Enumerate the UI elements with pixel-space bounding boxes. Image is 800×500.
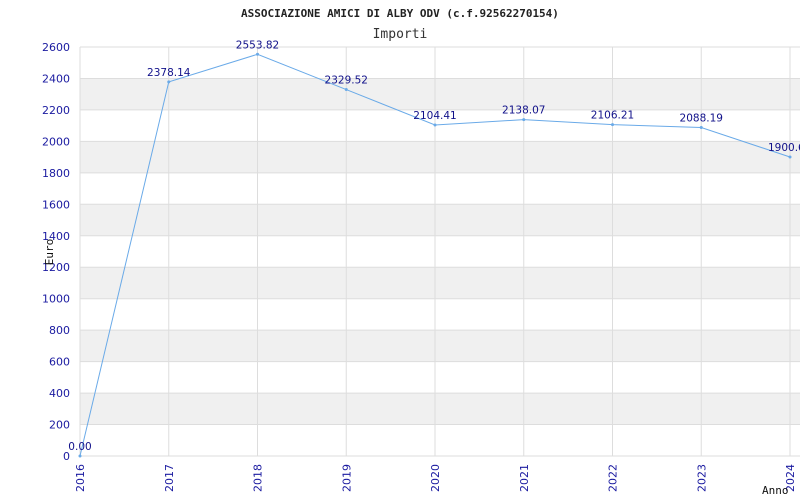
grid-band (80, 330, 800, 362)
data-point (522, 118, 526, 122)
y-tick-label: 1000 (42, 293, 70, 306)
y-tick-label: 400 (49, 387, 70, 400)
x-tick-label: 2020 (429, 464, 442, 492)
y-tick-label: 600 (49, 356, 70, 369)
y-tick-label: 2600 (42, 41, 70, 54)
data-label: 2553.82 (236, 39, 279, 51)
chart-subtitle: Importi (373, 27, 428, 42)
grid-band (80, 267, 800, 299)
y-axis-title: Euro (43, 239, 56, 266)
x-tick-label: 2021 (518, 464, 531, 492)
x-tick-label: 2023 (695, 464, 708, 492)
data-point (611, 123, 614, 127)
grid-band (80, 393, 800, 425)
y-tick-label: 2000 (42, 135, 70, 148)
data-label: 2138.07 (502, 105, 545, 117)
data-label: 1900.6 (768, 142, 800, 154)
x-tick-label: 2022 (607, 464, 620, 492)
data-point (788, 155, 792, 159)
data-label: 2088.19 (680, 113, 723, 125)
grid-band (80, 141, 800, 173)
x-tick-label: 2019 (340, 464, 353, 492)
data-label: 2378.14 (147, 67, 191, 79)
x-axis-title: Anno (762, 484, 789, 497)
y-tick-label: 1800 (42, 167, 70, 180)
data-point (699, 126, 703, 130)
data-label: 0.00 (68, 441, 91, 453)
grid-bands (80, 78, 800, 425)
line-chart: 0200400600800100012001400160018002000220… (42, 7, 800, 497)
data-point (256, 52, 259, 56)
y-tick-label: 200 (49, 419, 70, 432)
y-tick-label: 800 (49, 324, 70, 337)
data-label: 2104.41 (413, 110, 456, 122)
grid-band (80, 204, 800, 236)
x-tick-label: 2016 (74, 464, 87, 492)
y-tick-label: 2200 (42, 104, 70, 117)
x-tick-label: 2018 (252, 464, 265, 492)
data-point (78, 454, 82, 458)
data-point (167, 80, 171, 84)
x-tick-labels: 2016 2017 2018 2019 2020 2021 2022 2023 2024 (74, 464, 797, 492)
y-tick-label: 2400 (42, 72, 70, 85)
grid-band (80, 78, 800, 110)
chart-title: ASSOCIAZIONE AMICI DI ALBY ODV (c.f.9256… (241, 7, 559, 20)
y-tick-label: 1600 (42, 198, 70, 211)
x-tick-label: 2017 (163, 464, 176, 492)
data-point (344, 88, 348, 92)
data-label: 2106.21 (591, 110, 634, 122)
data-label: 2329.52 (325, 75, 368, 87)
data-point (433, 123, 437, 127)
